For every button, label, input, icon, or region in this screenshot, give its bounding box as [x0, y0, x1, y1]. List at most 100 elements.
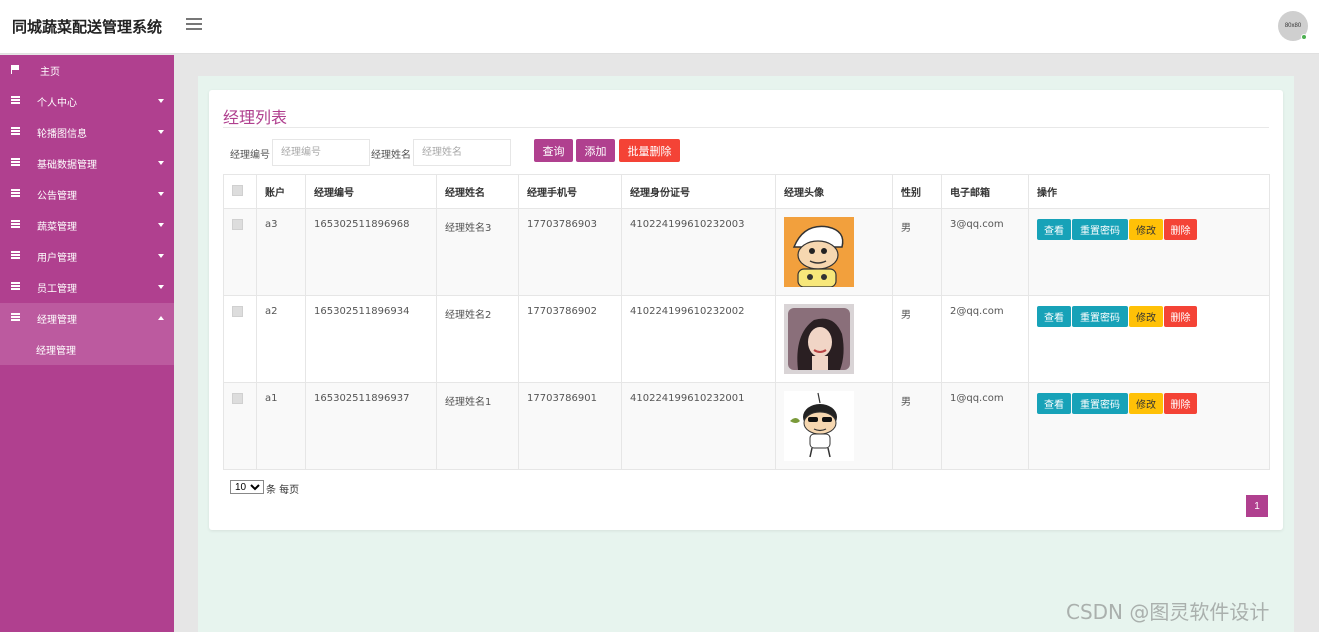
- code-cell: 165302511896968: [305, 208, 437, 296]
- phone-cell: 17703786901: [518, 382, 622, 470]
- code-cell: 165302511896934: [305, 295, 437, 383]
- view-button[interactable]: 查看: [1037, 393, 1071, 414]
- sidebar-item-basic-data[interactable]: 基础数据管理: [0, 148, 174, 179]
- avatar-cell: [775, 295, 893, 383]
- id-card-cell: 410224199610232002: [621, 295, 776, 383]
- phone-cell: 17703786903: [518, 208, 622, 296]
- id-card-cell: 410224199610232001: [621, 382, 776, 470]
- grid-icon: [11, 220, 21, 231]
- select-all-checkbox[interactable]: [232, 184, 243, 196]
- code-cell: 165302511896937: [305, 382, 437, 470]
- view-button[interactable]: 查看: [1037, 219, 1071, 240]
- avatar-image: [784, 391, 854, 461]
- column-header: 账户: [256, 174, 306, 209]
- row-select-cell: [223, 382, 257, 470]
- email-cell: 1@qq.com: [941, 382, 1029, 470]
- sidebar-item-home[interactable]: 主页: [0, 55, 174, 86]
- chevron-down-icon: [158, 285, 164, 289]
- chevron-down-icon: [158, 254, 164, 258]
- view-button[interactable]: 查看: [1037, 306, 1071, 327]
- avatar-image: [784, 304, 854, 374]
- chevron-down-icon: [158, 223, 164, 227]
- sidebar-item-label: 主页: [40, 67, 60, 78]
- account-cell: a3: [256, 208, 306, 296]
- row-checkbox[interactable]: [232, 306, 243, 317]
- manager-table: 账户 经理编号 经理姓名 经理手机号 经理身份证号 经理头像 性别 电子邮箱 操…: [223, 174, 1270, 470]
- online-status-dot: [1301, 34, 1307, 40]
- reset-password-button[interactable]: 重置密码: [1072, 393, 1128, 414]
- id-card-cell: 410224199610232003: [621, 208, 776, 296]
- add-button[interactable]: 添加: [576, 139, 615, 162]
- table-row: a3 165302511896968 经理姓名3 17703786903 410…: [223, 208, 1270, 296]
- row-select-cell: [223, 295, 257, 383]
- sidebar-item-vegetables[interactable]: 蔬菜管理: [0, 210, 174, 241]
- batch-delete-button[interactable]: 批量删除: [619, 139, 680, 162]
- reset-password-button[interactable]: 重置密码: [1072, 306, 1128, 327]
- edit-button[interactable]: 修改: [1129, 393, 1163, 414]
- actions-cell: 查看 重置密码 修改 删除: [1028, 295, 1270, 383]
- page-title: 经理列表: [223, 108, 288, 127]
- delete-button[interactable]: 删除: [1164, 306, 1197, 327]
- chevron-down-icon: [158, 192, 164, 196]
- column-header: 经理手机号: [518, 174, 622, 209]
- sidebar-item-managers[interactable]: 经理管理: [0, 303, 174, 334]
- sidebar-item-label: 员工管理: [37, 284, 77, 295]
- column-header: 经理姓名: [436, 174, 519, 209]
- sidebar-item-label: 轮播图信息: [37, 129, 87, 140]
- manager-list-card: 经理列表 经理编号 经理姓名 查询 添加 批量删除 账户 经理编号 经理姓名 经…: [209, 90, 1283, 530]
- watermark-text: CSDN @图灵软件设计: [1066, 600, 1270, 624]
- sidebar-item-carousel[interactable]: 轮播图信息: [0, 117, 174, 148]
- sidebar-item-label: 蔬菜管理: [37, 222, 77, 233]
- email-cell: 2@qq.com: [941, 295, 1029, 383]
- page-size-label: 条 每页: [266, 485, 300, 496]
- account-cell: a2: [256, 295, 306, 383]
- column-header: 经理头像: [775, 174, 893, 209]
- sidebar: 主页 个人中心 轮播图信息 基础数据管理 公告管理 蔬菜管理 用户管理 员工管理…: [0, 55, 174, 632]
- row-checkbox[interactable]: [232, 219, 243, 230]
- sidebar-item-profile[interactable]: 个人中心: [0, 86, 174, 117]
- chevron-down-icon: [158, 99, 164, 103]
- sidebar-item-notice[interactable]: 公告管理: [0, 179, 174, 210]
- sidebar-item-label: 个人中心: [37, 98, 77, 109]
- row-checkbox[interactable]: [232, 393, 243, 404]
- gender-cell: 男: [892, 295, 942, 383]
- sidebar-item-users[interactable]: 用户管理: [0, 241, 174, 272]
- chevron-up-icon: [158, 316, 164, 320]
- sidebar-item-staff[interactable]: 员工管理: [0, 272, 174, 303]
- delete-button[interactable]: 删除: [1164, 393, 1197, 414]
- avatar-cell: [775, 208, 893, 296]
- code-search-label: 经理编号: [230, 150, 270, 161]
- hamburger-menu-icon[interactable]: [186, 18, 202, 32]
- chevron-down-icon: [158, 161, 164, 165]
- edit-button[interactable]: 修改: [1129, 306, 1163, 327]
- select-all-cell: [223, 174, 257, 209]
- column-header: 电子邮箱: [941, 174, 1029, 209]
- gender-cell: 男: [892, 382, 942, 470]
- sidebar-subitem-managers[interactable]: 经理管理: [0, 334, 174, 365]
- table-row: a2 165302511896934 经理姓名2 17703786902 410…: [223, 295, 1270, 383]
- grid-icon: [11, 189, 21, 200]
- name-cell: 经理姓名3: [436, 208, 519, 296]
- name-search-label: 经理姓名: [371, 150, 411, 161]
- query-button[interactable]: 查询: [534, 139, 573, 162]
- table-row: a1 165302511896937 经理姓名1 17703786901 410…: [223, 382, 1270, 470]
- grid-icon: [11, 313, 21, 324]
- column-header: 经理编号: [305, 174, 437, 209]
- edit-button[interactable]: 修改: [1129, 219, 1163, 240]
- delete-button[interactable]: 删除: [1164, 219, 1197, 240]
- code-search-input[interactable]: [272, 139, 370, 166]
- sidebar-item-label: 用户管理: [37, 253, 77, 264]
- name-cell: 经理姓名2: [436, 295, 519, 383]
- sidebar-item-label: 公告管理: [37, 191, 77, 202]
- actions-cell: 查看 重置密码 修改 删除: [1028, 382, 1270, 470]
- grid-icon: [11, 158, 21, 169]
- name-search-input[interactable]: [413, 139, 511, 166]
- page-size-select[interactable]: 10: [230, 480, 264, 494]
- sidebar-item-label: 基础数据管理: [37, 160, 97, 171]
- reset-password-button[interactable]: 重置密码: [1072, 219, 1128, 240]
- column-header: 性别: [892, 174, 942, 209]
- page-number-button[interactable]: 1: [1246, 495, 1268, 517]
- actions-cell: 查看 重置密码 修改 删除: [1028, 208, 1270, 296]
- email-cell: 3@qq.com: [941, 208, 1029, 296]
- row-select-cell: [223, 208, 257, 296]
